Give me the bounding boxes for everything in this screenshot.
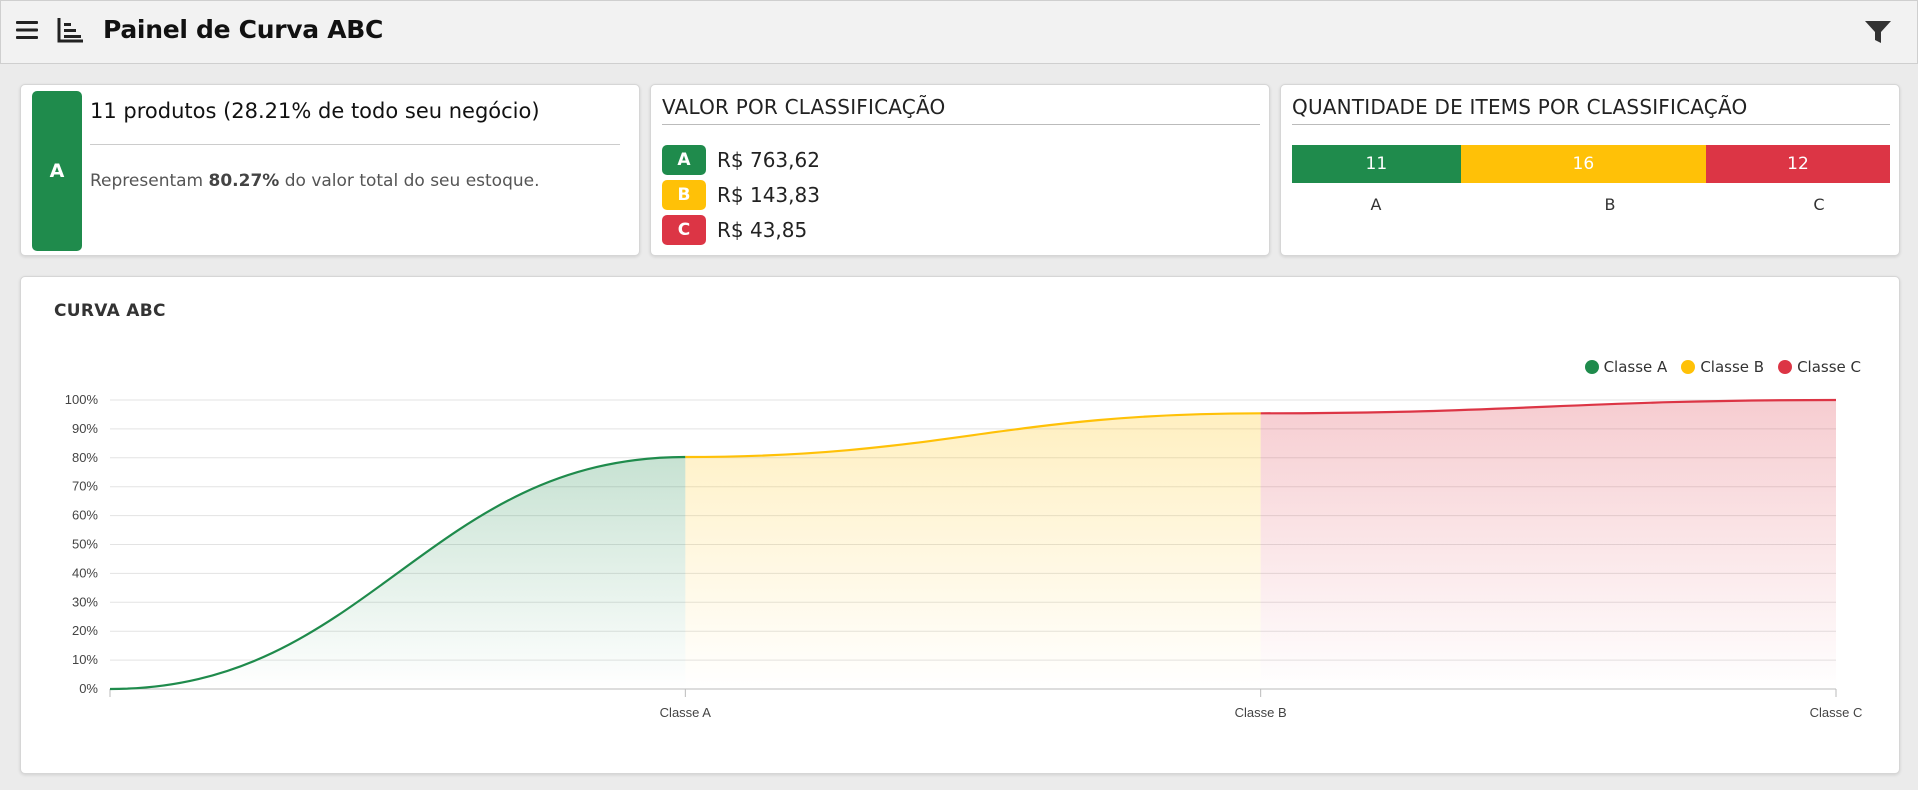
y-tick-label: 60%	[72, 508, 98, 523]
y-tick-label: 20%	[72, 623, 98, 638]
area-fill-3	[1260, 400, 1836, 689]
qtd-segment-c[interactable]: 12	[1706, 145, 1890, 183]
page-title: Painel de Curva ABC	[103, 15, 384, 44]
qtd-label-c: C	[1813, 195, 1825, 214]
y-tick-label: 40%	[72, 565, 98, 580]
legend-dot	[1778, 360, 1793, 374]
stacked-count-bar: 11 16 12	[1292, 145, 1890, 183]
valor-row-c: C R$ 43,85	[662, 215, 807, 245]
chart-legend: Classe A Classe B Classe C	[1584, 358, 1861, 376]
filter-icon[interactable]	[1863, 17, 1893, 47]
card-title: VALOR POR CLASSIFICAÇÃO	[662, 95, 946, 119]
y-tick-label: 100%	[65, 392, 99, 407]
divider	[662, 124, 1260, 125]
summary-description: Representam 80.27% do valor total do seu…	[90, 171, 540, 191]
legend-item-classe-b[interactable]: Classe B	[1681, 358, 1764, 376]
legend-item-classe-c[interactable]: Classe C	[1778, 358, 1861, 376]
y-tick-label: 80%	[72, 450, 98, 465]
valor-row-b: B R$ 143,83	[662, 180, 820, 210]
divider	[1292, 124, 1890, 125]
y-tick-label: 30%	[72, 594, 98, 609]
y-tick-label: 70%	[72, 479, 98, 494]
curva-abc-chart-card: 0% 10% 20% 30% 40% 50% 60% 70% 80% 90% 100% Classe …	[20, 276, 1900, 774]
valor-row-a: A R$ 763,62	[662, 145, 820, 175]
legend-item-classe-a[interactable]: Classe A	[1584, 358, 1668, 376]
legend-dot	[1584, 360, 1599, 374]
legend-dot	[1681, 360, 1696, 374]
class-c-badge: C	[662, 215, 706, 245]
chart-title: CURVA ABC	[54, 301, 166, 321]
card-title: QUANTIDADE DE ITEMS POR CLASSIFICAÇÃO	[1292, 95, 1748, 119]
class-a-block: A	[32, 91, 82, 251]
y-tick-label: 50%	[72, 537, 98, 552]
valor-amount: R$ 43,85	[717, 218, 808, 242]
legend-label: Classe A	[1603, 358, 1668, 376]
x-tick-label: Classe A	[660, 705, 712, 720]
valor-amount: R$ 763,62	[717, 148, 820, 172]
divider	[90, 144, 620, 145]
top-bar: Painel de Curva ABC	[0, 0, 1918, 64]
summary-title: 11 produtos (28.21% de todo seu negócio)	[90, 99, 540, 123]
summary-desc-highlight: 80.27%	[208, 171, 280, 191]
hamburger-menu-icon[interactable]	[14, 17, 40, 43]
bar-chart-icon[interactable]	[56, 16, 86, 44]
class-a-badge: A	[662, 145, 706, 175]
summary-desc-suffix: do valor total do seu estoque.	[279, 171, 540, 191]
curva-abc-chart: 0% 10% 20% 30% 40% 50% 60% 70% 80% 90% 100% Classe …	[65, 392, 1863, 720]
y-tick-label: 10%	[72, 652, 98, 667]
quantidade-por-classificacao-card: QUANTIDADE DE ITEMS POR CLASSIFICAÇÃO 11…	[1280, 84, 1900, 256]
valor-amount: R$ 143,83	[717, 183, 820, 207]
valor-por-classificacao-card: VALOR POR CLASSIFICAÇÃO A R$ 763,62 B R$…	[650, 84, 1270, 256]
qtd-label-b: B	[1604, 195, 1616, 214]
summary-desc-prefix: Representam	[90, 171, 209, 191]
legend-label: Classe C	[1797, 358, 1861, 376]
qtd-segment-a[interactable]: 11	[1292, 145, 1461, 183]
x-tick-label: Classe B	[1235, 705, 1287, 720]
y-tick-label: 0%	[79, 681, 98, 696]
qtd-segment-b[interactable]: 16	[1460, 145, 1706, 183]
legend-label: Classe B	[1700, 358, 1765, 376]
qtd-label-a: A	[1370, 195, 1382, 214]
x-tick-label: Classe C	[1810, 705, 1863, 720]
class-summary-card: A 11 produtos (28.21% de todo seu negóci…	[20, 84, 640, 256]
y-tick-label: 90%	[72, 421, 98, 436]
class-b-badge: B	[662, 180, 706, 210]
